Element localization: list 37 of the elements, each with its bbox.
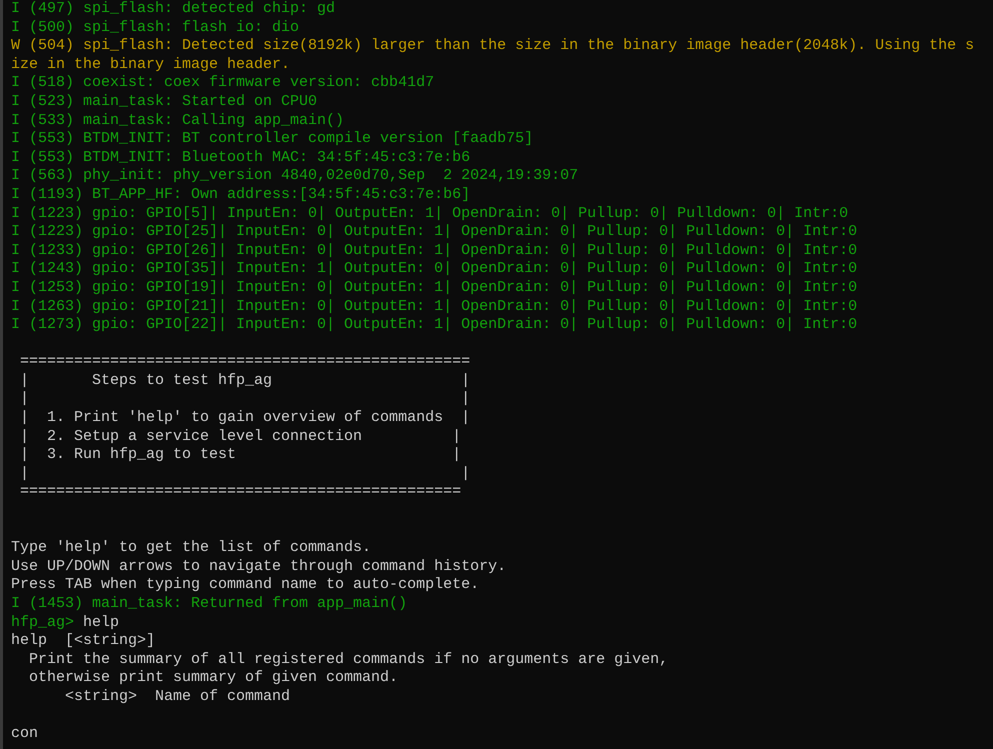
command-text: help	[83, 614, 120, 631]
console-text: otherwise print summary of given command.	[28, 669, 398, 686]
console-text: | Steps to test hfp_ag |	[19, 372, 470, 389]
log-line: I (1223) gpio: GPIO[5]| InputEn: 0| OutputEn: 1| OpenDrain: 0| Pullup: 0| Pulldown: 0| Intr:0	[11, 204, 848, 222]
console-text: | 1. Print 'help' to gain overview of commands |	[19, 409, 470, 426]
console-text: Print the summary of all registered commands if no arguments are given,	[28, 650, 668, 668]
console-text: | 3. Run hfp_ag to test |	[19, 446, 462, 464]
console-text: help [<string>]	[11, 632, 156, 650]
console-text: =================================================	[19, 483, 462, 500]
log-line: I (563) phy_init: phy_version 4840,02e0d70,Sep 2 2024,19:39:07	[11, 167, 578, 184]
log-line: I (1263) gpio: GPIO[21]| InputEn: 0| OutputEn: 1| OpenDrain: 0| Pullup: 0| Pulldown: 0| Intr:0	[11, 298, 858, 314]
log-line: I (500) spi_flash: flash io: dio	[11, 18, 300, 36]
console-text: Press TAB when typing command name to auto-complete.	[11, 576, 480, 594]
log-line: I (1193) BT_APP_HF: Own address:[34:5f:45:c3:7e:b6]	[11, 186, 470, 203]
log-line: I (1223) gpio: GPIO[25]| InputEn: 0| OutputEn: 1| OpenDrain: 0| Pullup: 0| Pulldown: 0| Intr:0	[11, 223, 858, 240]
log-line: I (1273) gpio: GPIO[22]| InputEn: 0| OutputEn: 1| OpenDrain: 0| Pullup: 0| Pulldown: 0| Intr:0	[11, 316, 858, 334]
console-text: con	[11, 725, 38, 742]
log-line: I (523) main_task: Started on CPU0	[11, 92, 318, 110]
warning-log-line: W (504) spi_flash: Detected size(8192k) larger than the size in the binary image header(2048k). Using the s	[11, 37, 974, 54]
log-line: I (1453) main_task: Returned from app_main()	[11, 595, 408, 612]
console-text: | |	[19, 390, 470, 408]
prompt-label: hfp_ag>	[11, 614, 74, 631]
console-text: Type 'help' to get the list of commands.	[11, 539, 372, 556]
log-line: I (518) coexist: coex firmware version: cbb41d7	[11, 74, 434, 92]
log-line: I (1243) gpio: GPIO[35]| InputEn: 1| OutputEn: 0| OpenDrain: 0| Pullup: 0| Pulldown: 0| Intr:0	[11, 260, 858, 278]
console-text: <string> Name of command	[64, 688, 290, 705]
log-line: I (1253) gpio: GPIO[19]| InputEn: 0| OutputEn: 1| OpenDrain: 0| Pullup: 0| Pulldown: 0| Intr:0	[11, 278, 858, 296]
log-line: I (497) spi_flash: detected chip: gd	[11, 0, 336, 17]
console-text: ==================================================	[19, 353, 470, 370]
console-text: | |	[19, 464, 470, 482]
log-line: I (1233) gpio: GPIO[26]| InputEn: 0| OutputEn: 1| OpenDrain: 0| Pullup: 0| Pulldown: 0| Intr:0	[11, 242, 858, 259]
log-line: I (553) BTDM_INIT: BT controller compile version [faadb75]	[11, 130, 534, 148]
console-text: | 2. Setup a service level connection |	[19, 428, 462, 445]
warning-log-line: ize in the binary image header.	[11, 56, 290, 73]
console-text: Use UP/DOWN arrows to navigate through command history.	[11, 558, 506, 575]
log-line: I (553) BTDM_INIT: Bluetooth MAC: 34:5f:45:c3:7e:b6	[11, 148, 470, 166]
log-line: I (533) main_task: Calling app_main()	[11, 112, 344, 129]
